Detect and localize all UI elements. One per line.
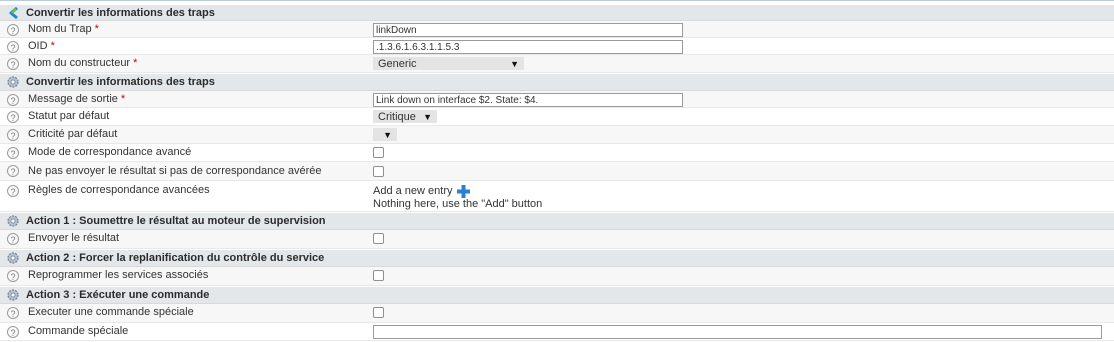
vendor-select[interactable]: Generic ▼ — [373, 57, 524, 70]
special-command-input[interactable] — [373, 325, 1102, 339]
chevron-down-icon: ▼ — [423, 111, 432, 122]
form-row-send-result: ? Envoyer le résultat — [0, 230, 1114, 249]
question-icon[interactable]: ? — [7, 129, 19, 141]
form-row-default-status: ? Statut par défaut Critique ▼ — [0, 108, 1114, 126]
special-command-label: Commande spéciale — [28, 325, 129, 337]
question-icon[interactable]: ? — [7, 58, 19, 70]
section-header-action2: Action 2 : Forcer la replanification du … — [0, 250, 1114, 267]
gear-icon — [6, 75, 20, 89]
question-icon[interactable]: ? — [7, 326, 19, 338]
advanced-matching-label: Mode de correspondance avancé — [28, 146, 192, 158]
advanced-rules-label: Règles de correspondance avancées — [28, 184, 210, 196]
advanced-matching-checkbox[interactable] — [373, 147, 384, 158]
required-asterisk: * — [120, 93, 126, 105]
trap-name-label: Nom du Trap * — [28, 23, 99, 35]
form-row-advanced-matching: ? Mode de correspondance avancé — [0, 144, 1114, 162]
centreon-logo-icon — [6, 6, 20, 20]
question-icon[interactable]: ? — [7, 165, 19, 177]
add-entry-link[interactable]: Add a new entry — [373, 185, 453, 197]
default-status-select[interactable]: Critique ▼ — [373, 110, 437, 123]
section-header-action1: Action 1 : Soumettre le résultat au mote… — [0, 213, 1114, 230]
reschedule-services-label: Reprogrammer les services associés — [28, 269, 209, 281]
send-result-checkbox[interactable] — [373, 233, 384, 244]
no-send-unmatched-checkbox[interactable] — [373, 166, 384, 177]
default-status-label: Statut par défaut — [28, 110, 110, 122]
question-icon[interactable]: ? — [7, 41, 19, 53]
section-header-action3: Action 3 : Exécuter une commande — [0, 287, 1114, 304]
send-result-label: Envoyer le résultat — [28, 232, 120, 244]
no-send-unmatched-label: Ne pas envoyer le résultat si pas de cor… — [28, 165, 322, 177]
empty-rules-text: Nothing here, use the "Add" button — [373, 198, 543, 210]
output-message-input[interactable] — [373, 93, 683, 107]
form-row-exec-command: ? Executer une commande spéciale — [0, 304, 1114, 323]
default-criticality-label: Criticité par défaut — [28, 128, 118, 140]
form-row-vendor: ? Nom du constructeur * Generic ▼ — [0, 55, 1114, 73]
section-title: Action 3 : Exécuter une commande — [26, 289, 210, 301]
form-row-special-command: ? Commande spéciale — [0, 323, 1114, 341]
question-icon[interactable]: ? — [7, 111, 19, 123]
section-title: Action 1 : Soumettre le résultat au mote… — [26, 215, 326, 227]
chevron-down-icon: ▼ — [510, 58, 519, 69]
exec-command-checkbox[interactable] — [373, 307, 384, 318]
question-icon[interactable]: ? — [7, 24, 19, 36]
question-icon[interactable]: ? — [7, 270, 19, 282]
form-row-advanced-rules: ? Règles de correspondance avancées Add … — [0, 181, 1114, 212]
vendor-select-value: Generic — [378, 57, 417, 70]
required-asterisk: * — [50, 40, 55, 52]
section-title: Convertir les informations des traps — [26, 6, 215, 19]
reschedule-services-checkbox[interactable] — [373, 270, 384, 281]
section-title: Convertir les informations des traps — [26, 76, 215, 88]
output-message-label: Message de sortie * — [28, 93, 126, 105]
trap-form: Convertir les informations des traps ? N… — [0, 0, 1114, 342]
question-icon[interactable]: ? — [7, 147, 19, 159]
oid-input[interactable] — [373, 40, 683, 54]
form-row-reschedule-services: ? Reprogrammer les services associés — [0, 267, 1114, 286]
default-criticality-select[interactable]: ▼ — [373, 128, 397, 141]
plus-icon[interactable] — [456, 184, 471, 199]
section-title: Action 2 : Forcer la replanification du … — [26, 252, 325, 264]
section-header-trap-info: Convertir les informations des traps — [0, 5, 1114, 21]
question-icon[interactable]: ? — [7, 94, 19, 106]
gear-icon — [6, 251, 20, 265]
required-asterisk: * — [94, 23, 99, 35]
form-row-output-message: ? Message de sortie * — [0, 91, 1114, 108]
gear-icon — [6, 288, 20, 302]
gear-icon — [6, 214, 20, 228]
question-icon[interactable]: ? — [7, 185, 19, 197]
chevron-down-icon: ▼ — [383, 129, 392, 140]
question-icon[interactable]: ? — [7, 233, 19, 245]
question-icon[interactable]: ? — [7, 307, 19, 319]
form-row-trap-name: ? Nom du Trap * — [0, 21, 1114, 38]
form-row-default-criticality: ? Criticité par défaut ▼ — [0, 126, 1114, 144]
default-status-value: Critique — [378, 110, 416, 123]
oid-label: OID * — [28, 40, 55, 52]
trap-name-input[interactable] — [373, 23, 683, 37]
form-row-no-send-unmatched: ? Ne pas envoyer le résultat si pas de c… — [0, 162, 1114, 181]
section-header-trap-conversion: Convertir les informations des traps — [0, 74, 1114, 91]
vendor-label: Nom du constructeur * — [28, 57, 138, 69]
required-asterisk: * — [133, 57, 138, 69]
form-row-oid: ? OID * — [0, 38, 1114, 55]
exec-command-label: Executer une commande spéciale — [28, 306, 194, 318]
